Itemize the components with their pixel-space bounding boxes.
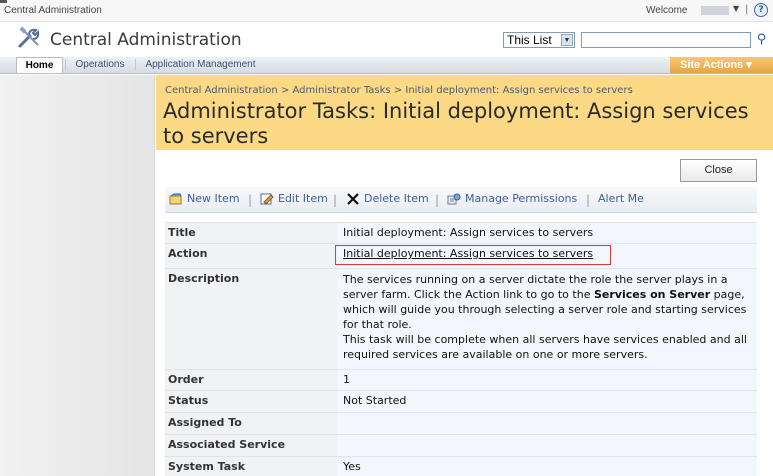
- dropdown-arrow-icon[interactable]: ▼: [561, 34, 573, 46]
- field-value: [337, 413, 757, 434]
- tab-application-management[interactable]: Application Management: [138, 57, 263, 73]
- toolbar-separator: |: [248, 193, 253, 207]
- welcome-text: Welcome: [646, 5, 688, 16]
- help-icon[interactable]: ?: [754, 3, 768, 17]
- services-on-server-text: Services on Server: [593, 288, 711, 301]
- top-separator: |: [745, 4, 749, 15]
- field-value: Initial deployment: Assign services to s…: [337, 223, 757, 243]
- table-row: Associated Service: [165, 434, 757, 456]
- delete-item-label: Delete Item: [364, 192, 429, 205]
- field-label: Assigned To: [165, 413, 337, 434]
- toolbar-separator: |: [586, 193, 591, 207]
- delete-item-button[interactable]: Delete Item: [346, 192, 429, 205]
- field-label: Status: [165, 391, 337, 412]
- delete-icon: [347, 192, 359, 205]
- tab-divider: [65, 59, 66, 71]
- field-value: Yes: [337, 457, 757, 476]
- close-button[interactable]: Close: [680, 159, 757, 182]
- field-label: Description: [165, 269, 337, 369]
- search-icon[interactable]: ⚲: [753, 31, 770, 49]
- corner-mark: [0, 0, 7, 3]
- alert-me-label: Alert Me: [598, 192, 644, 205]
- action-link-highlight: [335, 245, 611, 265]
- search-scope-dropdown[interactable]: This List ▼: [503, 32, 575, 48]
- manage-permissions-label: Manage Permissions: [465, 192, 578, 205]
- item-toolbar: New Item | Edit Item | Delete Item | Man…: [165, 187, 757, 213]
- manage-permissions-icon: [447, 193, 461, 204]
- field-value: The services running on a server dictate…: [337, 269, 757, 369]
- search-scope-value: This List: [507, 33, 552, 47]
- table-row: Description The services running on a se…: [165, 268, 757, 369]
- field-label: Title: [165, 223, 337, 243]
- site-title[interactable]: Central Administration: [50, 30, 242, 50]
- table-row: Status Not Started: [165, 390, 757, 412]
- manage-permissions-button[interactable]: Manage Permissions: [447, 192, 577, 205]
- field-label: Order: [165, 370, 337, 390]
- edit-item-label: Edit Item: [278, 192, 328, 205]
- table-row: System Task Yes: [165, 456, 757, 476]
- new-item-label: New Item: [187, 192, 240, 205]
- tab-home[interactable]: Home: [16, 57, 63, 73]
- search-input[interactable]: [581, 32, 751, 48]
- top-navigation: Home Operations Application Management S…: [0, 57, 773, 74]
- toolbar-separator: |: [435, 193, 440, 207]
- tab-divider: [135, 59, 136, 71]
- top-bar: Central Administration Welcome ▼ | ?: [0, 0, 773, 22]
- user-menu-arrow-icon[interactable]: ▼: [733, 4, 739, 13]
- table-row: Title Initial deployment: Assign service…: [165, 222, 757, 243]
- tools-icon: [18, 26, 40, 48]
- table-row: Order 1: [165, 369, 757, 390]
- site-actions-menu[interactable]: Site Actions ▾: [670, 57, 773, 73]
- field-value: Not Started: [337, 391, 757, 412]
- user-name[interactable]: [701, 6, 729, 15]
- table-row: Assigned To: [165, 412, 757, 434]
- app-name: Central Administration: [4, 5, 102, 16]
- site-header: Central Administration This List ▼ ⚲: [0, 22, 773, 56]
- new-item-button[interactable]: New Item: [169, 192, 240, 205]
- toolbar-separator: |: [333, 193, 338, 207]
- breadcrumb[interactable]: Central Administration > Administrator T…: [165, 85, 633, 96]
- title-band: Central Administration > Administrator T…: [156, 75, 773, 150]
- field-value: [337, 435, 757, 456]
- description-part: This task will be complete when all serv…: [343, 333, 747, 361]
- edit-item-icon: [260, 193, 274, 205]
- left-navigation-pane: [0, 75, 155, 476]
- alert-me-button[interactable]: Alert Me: [598, 192, 644, 205]
- field-label: System Task: [165, 457, 337, 476]
- field-value: 1: [337, 370, 757, 390]
- edit-item-button[interactable]: Edit Item: [260, 192, 328, 205]
- field-label: Action: [165, 244, 337, 268]
- field-label: Associated Service: [165, 435, 337, 456]
- description-text: The services running on a server dictate…: [343, 272, 752, 362]
- tab-operations[interactable]: Operations: [68, 57, 132, 73]
- new-item-icon: [169, 193, 182, 204]
- page-title: Administrator Tasks: Initial deployment:…: [163, 99, 749, 148]
